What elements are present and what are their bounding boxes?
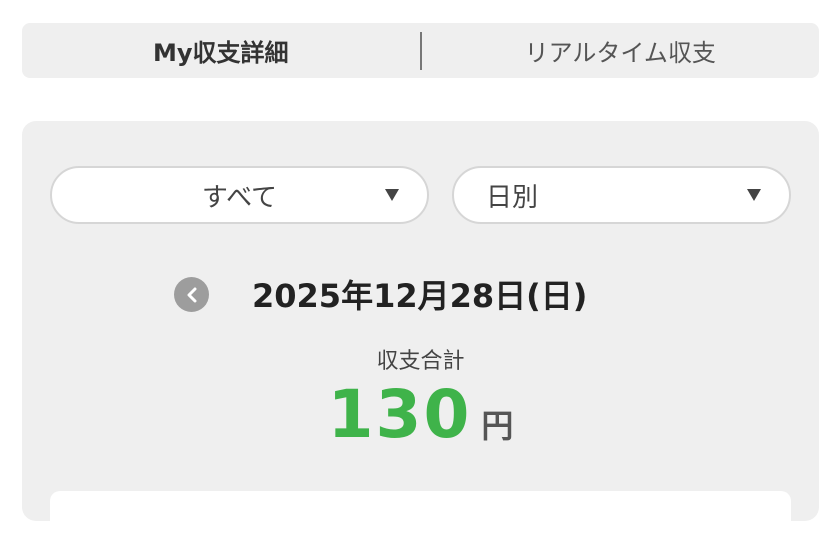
detail-card [50, 491, 791, 551]
category-select-value: すべて [201, 182, 278, 213]
total-balance-value: 130 [327, 376, 472, 453]
dropdown-arrow-icon [385, 189, 399, 201]
chevron-left-icon [187, 287, 196, 302]
current-date: 2025年12月28日(日) [252, 277, 588, 315]
previous-date-button[interactable] [174, 277, 209, 312]
total-balance: 130 円 [22, 376, 819, 453]
period-select-value: 日別 [486, 182, 539, 213]
dropdown-arrow-icon [747, 189, 761, 201]
tab-my-balance-details-label: My収支詳細 [152, 39, 289, 67]
balance-panel: すべて 日別 2025年12月28日(日) 収支合計 130 円 [22, 121, 819, 551]
total-balance-label: 収支合計 [376, 349, 465, 374]
tab-realtime-balance-label: リアルタイム収支 [524, 39, 716, 67]
tab-bar: My収支詳細 リアルタイム収支 [22, 23, 819, 78]
tab-realtime-balance[interactable]: リアルタイム収支 [422, 23, 820, 78]
total-balance-unit: 円 [481, 407, 514, 445]
tab-my-balance-details[interactable]: My収支詳細 [22, 23, 420, 78]
category-select[interactable]: すべて [50, 166, 429, 224]
period-select[interactable]: 日別 [452, 166, 791, 224]
